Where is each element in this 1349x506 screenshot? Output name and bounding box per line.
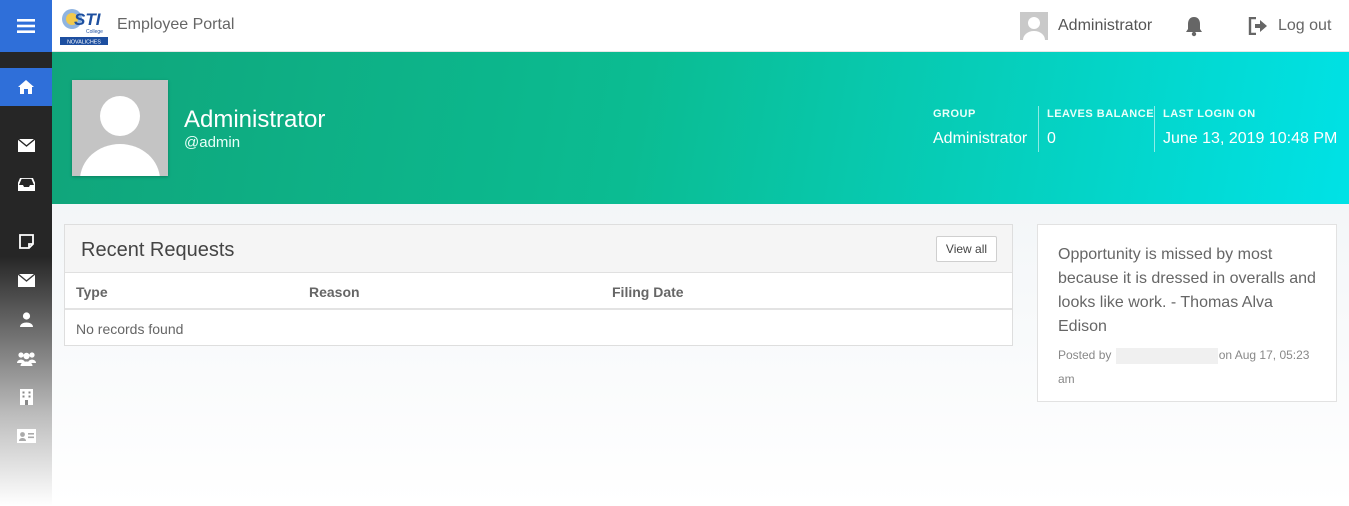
bell-icon (1186, 17, 1202, 37)
users-icon (16, 351, 36, 366)
main-content: Recent Requests View all Type Reason Fil… (52, 204, 1349, 506)
user-avatar (1020, 12, 1048, 40)
building-icon (19, 389, 33, 405)
stat-value: 0 (1047, 130, 1056, 147)
stat-value: June 13, 2019 10:48 PM (1163, 130, 1338, 147)
stat-last-login: Last Login On June 13, 2019 10:48 PM (1163, 106, 1337, 154)
stat-divider (1038, 106, 1039, 152)
panel-header: Recent Requests View all (65, 225, 1012, 273)
sidebar-item-messages[interactable] (0, 126, 52, 164)
sidebar-item-employees[interactable] (0, 339, 52, 377)
column-header-reason: Reason (309, 284, 360, 300)
user-menu[interactable]: Administrator (1020, 12, 1152, 40)
profile-username: @admin (184, 134, 241, 151)
view-all-button[interactable]: View all (936, 236, 997, 262)
stat-label: Group (933, 108, 976, 120)
sidebar-item-mail[interactable] (0, 261, 52, 299)
top-bar: STI College NOVALICHES Employee Portal A… (0, 0, 1349, 52)
person-placeholder-icon (1023, 17, 1045, 40)
column-header-type: Type (76, 284, 108, 300)
notifications-button[interactable] (1183, 15, 1205, 37)
menu-toggle-button[interactable] (0, 0, 52, 52)
svg-text:NOVALICHES: NOVALICHES (67, 39, 101, 45)
person-placeholder-icon (80, 96, 160, 176)
user-icon (19, 311, 33, 327)
stat-label: Last Login On (1163, 108, 1256, 120)
user-name: Administrator (1058, 17, 1153, 34)
hamburger-icon (17, 19, 35, 33)
stat-label: Leaves Balance (1047, 108, 1155, 120)
sidebar-item-home[interactable] (0, 68, 52, 106)
sidebar-item-profile[interactable] (0, 300, 52, 338)
stat-divider (1154, 106, 1155, 152)
posted-by-label: Posted by (1058, 348, 1112, 362)
logout-button[interactable]: Log out (1248, 14, 1331, 38)
sidebar-item-notes[interactable] (0, 222, 52, 260)
stat-value: Administrator (933, 130, 1028, 147)
note-icon (18, 233, 34, 249)
profile-header: Administrator @admin Group Administrator… (52, 52, 1349, 204)
stat-leaves-balance: Leaves Balance 0 (1047, 106, 1154, 154)
panel-title: Recent Requests (81, 239, 235, 261)
quote-text: Opportunity is missed by most because it… (1058, 246, 1316, 335)
mail-icon (17, 273, 35, 287)
sidebar (0, 52, 52, 506)
sti-logo[interactable]: STI College NOVALICHES (60, 6, 108, 46)
logout-label: Log out (1278, 17, 1332, 34)
sidebar-item-departments[interactable] (0, 378, 52, 416)
stat-group: Group Administrator (933, 106, 1027, 154)
profile-avatar (72, 80, 168, 176)
sign-out-icon (1248, 17, 1267, 35)
quote-card: Opportunity is missed by most because it… (1037, 224, 1337, 402)
sidebar-item-inbox[interactable] (0, 165, 52, 203)
svg-text:College: College (86, 29, 103, 35)
redacted-author (1115, 347, 1218, 364)
column-header-filing-date: Filing Date (612, 284, 684, 300)
envelope-icon (17, 138, 35, 152)
table-header-row: Type Reason Filing Date (65, 273, 1012, 310)
sti-logo-mark: STI College NOVALICHES (60, 9, 108, 45)
table-row: No records found (65, 310, 1012, 345)
sidebar-item-id-cards[interactable] (0, 417, 52, 455)
empty-state-text: No records found (76, 321, 184, 337)
quote-meta: Posted by on Aug 17, 05:23 am (1058, 343, 1320, 391)
id-card-icon (16, 429, 36, 443)
inbox-icon (17, 177, 35, 191)
recent-requests-panel: Recent Requests View all Type Reason Fil… (64, 224, 1013, 346)
app-title: Employee Portal (117, 16, 235, 33)
svg-text:STI: STI (74, 10, 102, 29)
profile-name: Administrator (184, 106, 326, 133)
home-icon (18, 80, 34, 94)
